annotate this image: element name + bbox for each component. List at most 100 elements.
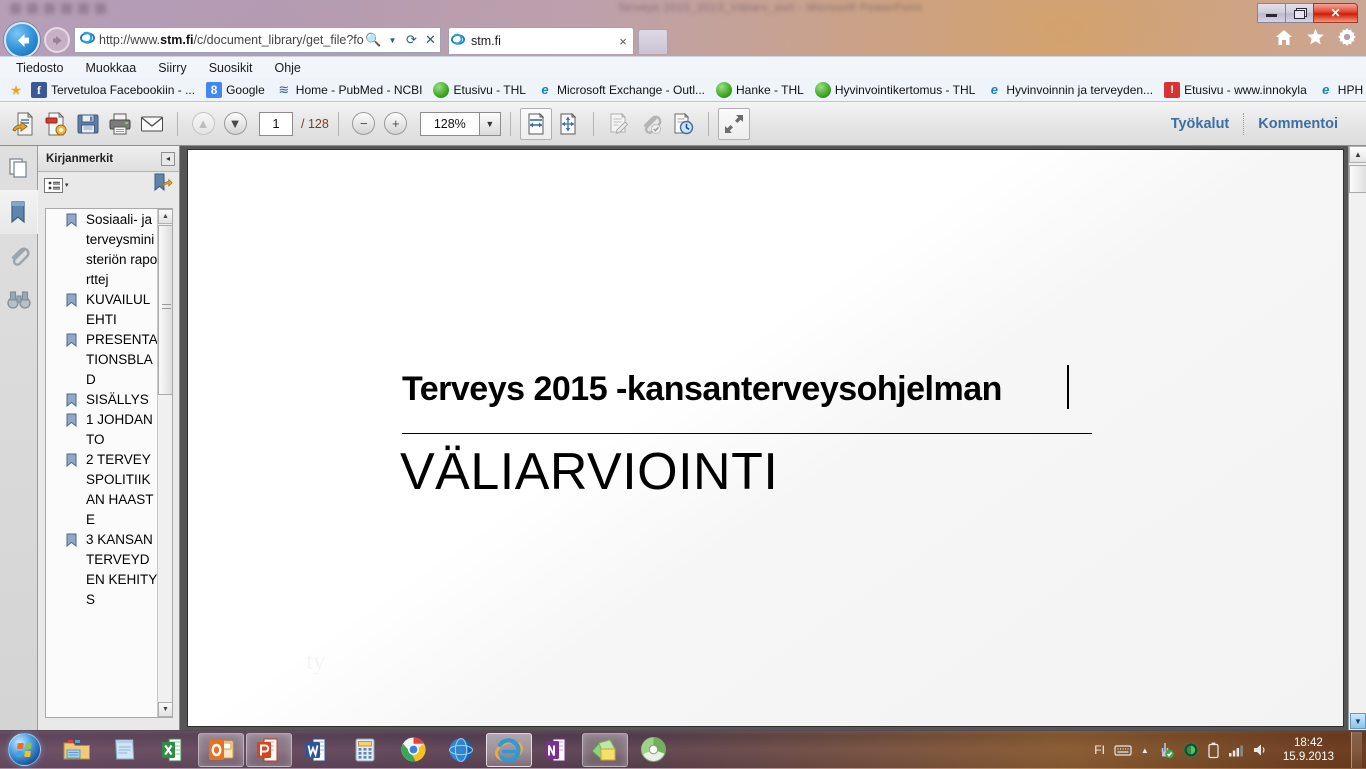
bookmark-item-sisallys[interactable]: SISÄLLYS	[64, 390, 158, 410]
bookmark-item-presentationsblad[interactable]: PRESENTATIONSBLAD	[64, 330, 158, 390]
bookmark-item-kuvailulehti[interactable]: KUVAILULEHTI	[64, 290, 158, 330]
battery-icon[interactable]	[1208, 742, 1219, 759]
search-button[interactable]	[0, 278, 38, 322]
restore-button[interactable]	[1285, 2, 1314, 23]
menu-item-tiedosto[interactable]: Tiedosto	[16, 61, 63, 75]
favorite-hph[interactable]: e HPH	[1314, 81, 1366, 99]
bookmark-options-button[interactable]: ▾	[44, 177, 69, 193]
zoom-dropdown-chevron-down-icon[interactable]: ▼	[478, 111, 501, 136]
tab-close-icon[interactable]: ×	[613, 34, 633, 49]
forward-button[interactable]	[44, 27, 70, 53]
taskbar-calculator[interactable]	[342, 733, 388, 767]
pdf-page[interactable]: Terveys 2015 -kansanterveysohjelman VÄLI…	[188, 150, 1343, 726]
favorite-hyvinvoinnin-ja-terveyden[interactable]: e Hyvinvoinnin ja terveyden...	[982, 81, 1157, 99]
attachments-button[interactable]	[0, 234, 38, 278]
refresh-icon[interactable]: ⟳	[402, 28, 421, 52]
next-page-button[interactable]: ▼	[219, 108, 251, 140]
gear-settings-icon[interactable]	[1338, 28, 1356, 51]
scroll-fit-button[interactable]: ▼	[1350, 713, 1366, 729]
taskbar-powerpoint[interactable]	[246, 732, 292, 767]
taskbar-notepad[interactable]	[102, 733, 148, 767]
back-button[interactable]	[4, 22, 40, 58]
bookmark-item-2-terveyspolitiikan-haaste[interactable]: 2 TERVEYSPOLITIIKAN HAASTE	[64, 450, 158, 530]
scroll-up-button[interactable]: ▲	[158, 209, 172, 224]
attachment-button[interactable]	[635, 108, 667, 140]
taskbar-sticky-notes[interactable]	[582, 732, 628, 767]
email-button[interactable]	[136, 108, 168, 140]
expand-bookmarks-button[interactable]	[153, 173, 173, 198]
favorite-pubmed[interactable]: ≋ Home - PubMed - NCBI	[272, 81, 427, 99]
save-file-button[interactable]	[72, 108, 104, 140]
previous-page-button[interactable]: ▲	[187, 108, 219, 140]
taskbar-excel[interactable]	[150, 733, 196, 767]
antivirus-icon[interactable]	[1183, 742, 1199, 758]
bookmark-item-1-johdanto[interactable]: 1 JOHDANTO	[64, 410, 158, 450]
menu-item-muokkaa[interactable]: Muokkaa	[85, 61, 136, 75]
show-desktop-button[interactable]	[1351, 732, 1362, 768]
usb-safely-remove-icon[interactable]	[1158, 742, 1174, 759]
taskbar-word[interactable]	[294, 733, 340, 767]
bookmarks-scrollbar-thumb[interactable]	[158, 225, 172, 395]
favorite-thl-etusivu[interactable]: Etusivu - THL	[429, 81, 529, 99]
page-thumbnails-button[interactable]	[0, 146, 38, 190]
address-dropdown-icon[interactable]: ▼	[383, 28, 402, 52]
taskbar-internet-explorer[interactable]	[486, 732, 532, 767]
clock[interactable]: 18:42 15.9.2013	[1277, 736, 1340, 764]
document-viewport[interactable]: Terveys 2015 -kansanterveysohjelman VÄLI…	[180, 146, 1366, 730]
comment-button[interactable]: Kommentoi	[1244, 116, 1352, 132]
language-indicator[interactable]: FI	[1094, 743, 1105, 757]
menu-item-suosikit[interactable]: Suosikit	[209, 61, 253, 75]
export-pdf-button[interactable]	[40, 108, 72, 140]
save-as-other-button[interactable]	[8, 108, 40, 140]
document-scrollbar-thumb[interactable]	[1349, 165, 1366, 193]
menu-item-ohje[interactable]: Ohje	[274, 61, 300, 75]
print-button[interactable]	[104, 108, 136, 140]
page-number-input[interactable]: 1	[259, 111, 293, 136]
favorites-bar-star-icon[interactable]: ★	[8, 82, 24, 98]
taskbar-browser-globe[interactable]	[438, 733, 484, 767]
favorite-hyvinvointikertomus-thl[interactable]: Hyvinvointikertomus - THL	[811, 81, 979, 99]
bookmark-item-sosiaali-ja-terveysministerion[interactable]: Sosiaali- ja terveysministeriön raportte…	[64, 210, 158, 290]
favorites-star-icon[interactable]	[1306, 28, 1325, 51]
tools-button[interactable]: Työkalut	[1157, 116, 1244, 132]
taskbar-chrome[interactable]	[390, 733, 436, 767]
network-signal-icon[interactable]	[1228, 743, 1244, 757]
keyboard-icon[interactable]	[1114, 744, 1132, 757]
scroll-down-button[interactable]: ▼	[158, 702, 172, 717]
bookmarks-button[interactable]	[0, 190, 38, 234]
document-scrollbar[interactable]: ▲ ▼	[1348, 146, 1366, 730]
collapse-panel-button[interactable]: ◂	[161, 151, 175, 166]
home-icon[interactable]	[1275, 29, 1293, 51]
favorite-exchange-outlook[interactable]: e Microsoft Exchange - Outl...	[533, 81, 709, 99]
favorite-facebook[interactable]: f Tervetuloa Facebookiin - ...	[27, 81, 199, 99]
close-button[interactable]: ✕	[1313, 2, 1358, 23]
bookmark-item-3-kansanterveyden-kehitys[interactable]: 3 KANSANTERVEYDEN KEHITYS	[64, 530, 158, 610]
show-hidden-icons-button[interactable]: ▲	[1141, 746, 1149, 755]
stop-icon[interactable]: ✕	[421, 28, 440, 52]
favorite-hanke-thl[interactable]: Hanke - THL	[712, 81, 808, 99]
address-bar[interactable]: http://www.stm.fi/c/document_library/get…	[74, 27, 441, 53]
start-button[interactable]	[2, 732, 46, 768]
zoom-in-button[interactable]: +	[380, 108, 412, 140]
taskbar-outlook[interactable]	[198, 732, 244, 767]
sign-document-button[interactable]	[603, 108, 635, 140]
zoom-level-input[interactable]: 128%	[419, 111, 480, 136]
taskbar-media-player[interactable]	[630, 733, 676, 767]
menu-item-siirry[interactable]: Siirry	[158, 61, 186, 75]
scroll-up-button[interactable]: ▲	[1349, 146, 1366, 163]
fullscreen-button[interactable]	[717, 107, 750, 140]
new-tab-button[interactable]	[638, 29, 668, 54]
zoom-out-button[interactable]: −	[348, 108, 380, 140]
document-history-button[interactable]	[667, 108, 699, 140]
taskbar-explorer[interactable]	[54, 733, 100, 767]
favorite-google[interactable]: 8 Google	[202, 81, 269, 99]
taskbar-onenote[interactable]	[534, 733, 580, 767]
bookmarks-scrollbar[interactable]: ▲ ▼	[157, 209, 172, 717]
bookmarks-list[interactable]: Sosiaali- ja terveysministeriön raportte…	[45, 208, 173, 718]
fit-page-button[interactable]	[552, 108, 584, 140]
minimize-button[interactable]	[1257, 2, 1286, 23]
volume-icon[interactable]	[1253, 743, 1268, 757]
address-search-icon[interactable]: 🔍	[364, 28, 383, 52]
browser-tab-stm-fi[interactable]: stm.fi ×	[448, 27, 634, 54]
fit-width-button[interactable]	[519, 107, 552, 140]
